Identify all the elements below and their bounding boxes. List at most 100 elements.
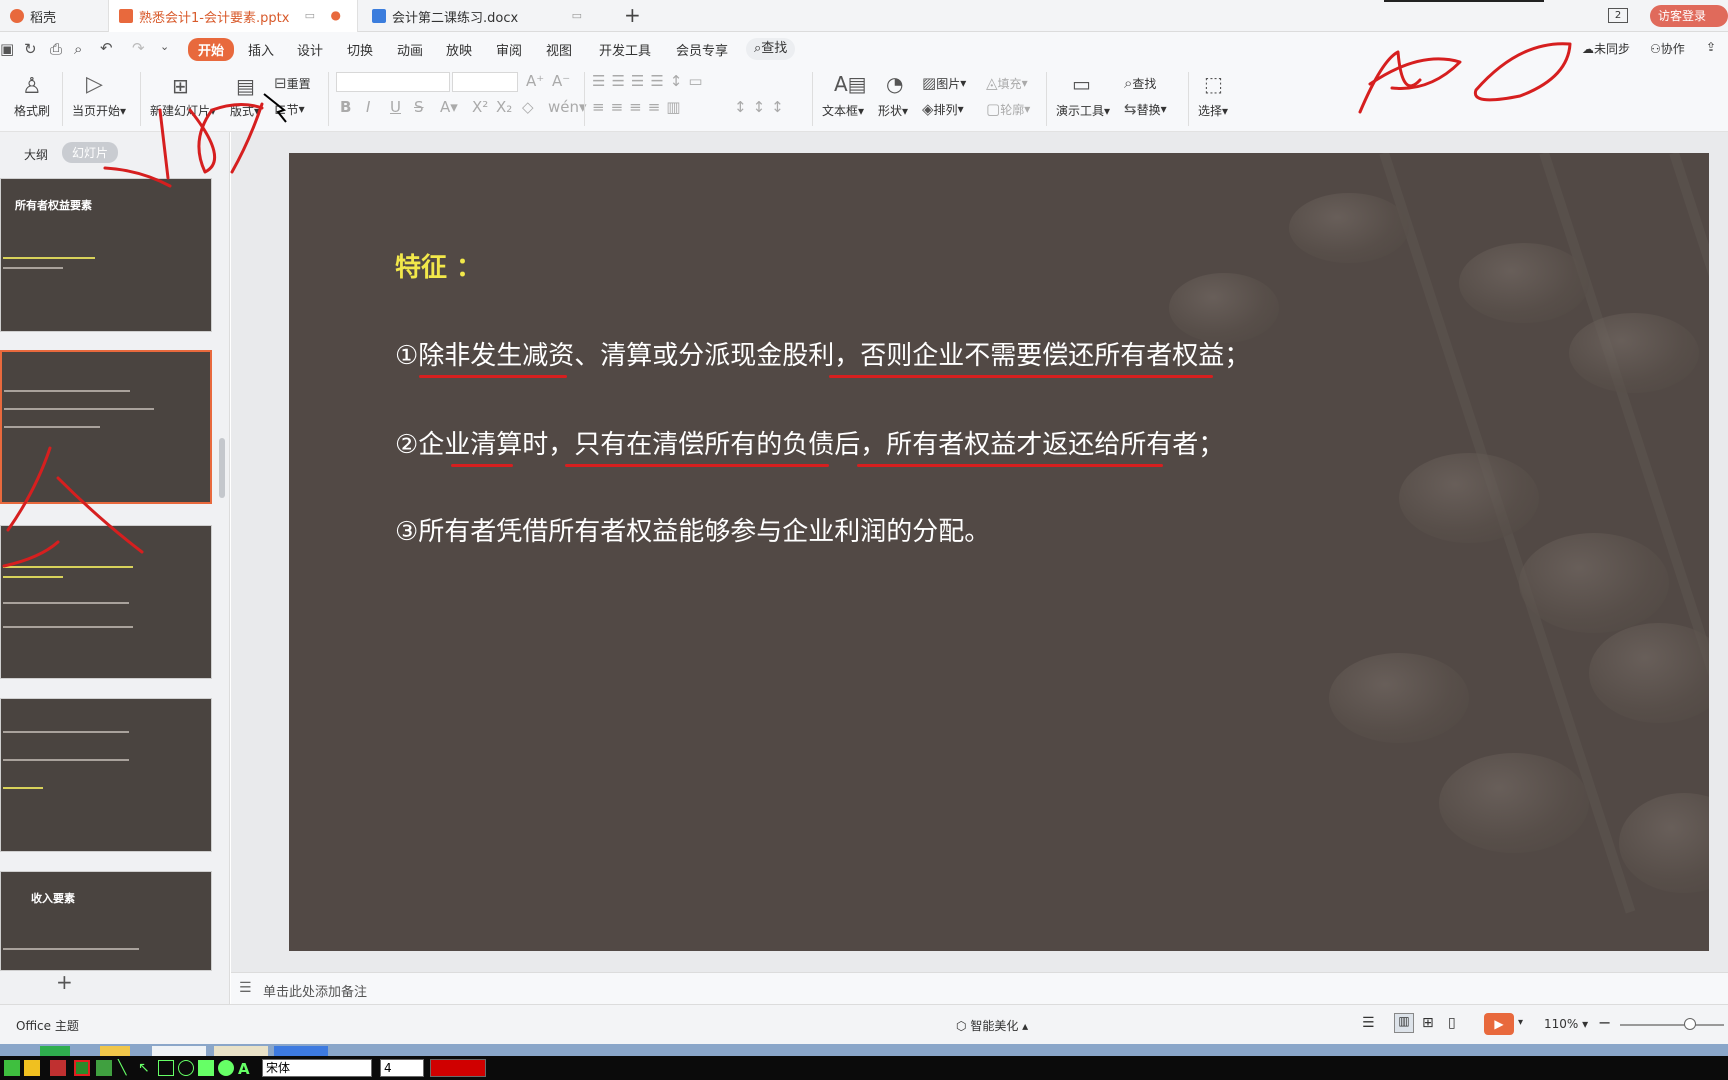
taskbar-app[interactable] — [274, 1046, 328, 1056]
italic-icon[interactable]: I — [366, 98, 370, 116]
slide-thumbnail[interactable] — [0, 698, 212, 852]
play-options-chevron-icon[interactable]: ▾ — [1518, 1017, 1523, 1028]
play-from-current-icon[interactable]: ▷ — [86, 72, 103, 97]
play-slideshow-button[interactable]: ▶ — [1484, 1013, 1514, 1035]
share-icon[interactable]: ⇪ — [1706, 40, 1716, 54]
fill-button[interactable]: ◬ 填充 ▾ — [986, 74, 1028, 92]
pen-icon[interactable] — [74, 1060, 90, 1076]
menu-view[interactable]: 视图 — [546, 40, 572, 59]
redo-icon[interactable]: ↷ — [132, 39, 145, 57]
slide-sorter-icon[interactable]: ⊞ — [1422, 1015, 1434, 1031]
menu-animation[interactable]: 动画 — [397, 40, 423, 59]
preview-icon[interactable]: ⌕ — [74, 40, 82, 58]
find-button[interactable]: ⌕ 查找 — [1124, 74, 1156, 92]
strikethrough-icon[interactable]: S — [414, 98, 424, 116]
replace-button[interactable]: ⇆ 替换 ▾ — [1124, 100, 1167, 118]
zoom-out-icon[interactable]: − — [1598, 1013, 1611, 1032]
shape-icon[interactable]: ◔ — [886, 72, 903, 96]
beautify-button[interactable]: ⬡ 智能美化 ▴ — [956, 1017, 1028, 1034]
pin-icon[interactable]: ▭ — [305, 9, 315, 22]
slide-point-1[interactable]: ①除非发生减资、清算或分派现金股利，否则企业不需要偿还所有者权益； — [395, 335, 1250, 372]
menu-design[interactable]: 设计 — [297, 40, 323, 59]
slides-tab[interactable]: 幻灯片 — [62, 142, 119, 163]
notes-placeholder[interactable]: 单击此处添加备注 — [263, 981, 367, 1000]
zoom-slider-thumb[interactable] — [1684, 1018, 1696, 1030]
format-painter-button[interactable]: 格式刷 — [14, 102, 50, 119]
add-slide-plus-icon[interactable]: + — [56, 970, 73, 994]
tab-daoke[interactable]: 稻壳 — [0, 0, 108, 32]
slide-thumbnail[interactable]: 所有者权益要素 — [0, 178, 212, 332]
font-color-icon[interactable]: A▾ — [440, 98, 458, 116]
current-slide[interactable]: 特征 ： ①除非发生减资、清算或分派现金股利，否则企业不需要偿还所有者权益； ②… — [289, 153, 1709, 951]
alignment-icons[interactable]: ≡≡≡≡▥ — [592, 98, 686, 116]
menu-search[interactable]: ⌕查找 — [746, 38, 796, 60]
normal-view-icon[interactable]: ▥ — [1394, 1013, 1414, 1033]
slide-point-3[interactable]: ③所有者凭借所有者权益能够参与企业利润的分配。 — [395, 511, 990, 548]
superscript-icon[interactable]: X² — [472, 98, 488, 116]
outline-tab[interactable]: 大纲 — [24, 146, 48, 163]
phonetic-icon[interactable]: wén▾ — [548, 98, 587, 116]
collab-button[interactable]: ⚇协作 — [1650, 40, 1685, 57]
thumbnail-scrollbar[interactable] — [219, 438, 225, 498]
draw-color-select[interactable] — [430, 1059, 486, 1077]
taskbar-app[interactable] — [152, 1046, 206, 1056]
picture-button[interactable]: ▨ 图片 ▾ — [922, 74, 966, 92]
slide-thumbnail[interactable]: 收入要素 — [0, 871, 212, 971]
open-icon[interactable]: ↻ — [24, 40, 37, 58]
menu-home[interactable]: 开始 — [188, 38, 235, 61]
slide-thumbnail-selected[interactable] — [0, 350, 212, 504]
layout-icon[interactable]: ▤ — [236, 74, 255, 98]
rectangle-icon[interactable] — [158, 1060, 174, 1076]
menu-insert[interactable]: 插入 — [248, 40, 274, 59]
bold-icon[interactable]: B — [340, 98, 351, 116]
filled-rectangle-icon[interactable] — [198, 1060, 214, 1076]
clear-format-icon[interactable]: ◇ — [522, 98, 534, 116]
arrange-button[interactable]: ◈ 排列 ▾ — [922, 100, 964, 118]
line-icon[interactable]: ╲ — [118, 1060, 134, 1076]
menu-member[interactable]: 会员专享 — [676, 40, 728, 59]
reset-button[interactable]: ⊟ 重置 — [274, 74, 311, 92]
reading-view-icon[interactable]: ▯ — [1448, 1015, 1456, 1031]
play-from-current-button[interactable]: 当页开始 ▾ — [72, 102, 126, 119]
font-grow-icon[interactable]: A⁺ — [526, 72, 544, 90]
eraser-icon[interactable] — [50, 1060, 66, 1076]
shape-button[interactable]: 形状 ▾ — [878, 102, 908, 119]
taskbar-app[interactable] — [40, 1046, 70, 1056]
print-icon[interactable]: ⎙ — [50, 40, 62, 58]
underline-icon[interactable]: U — [390, 98, 401, 116]
tab-pptx[interactable]: 熟悉会计1-会计要素.pptx ▭ ● — [108, 0, 358, 32]
filled-ellipse-icon[interactable] — [218, 1060, 234, 1076]
taskbar-app[interactable] — [214, 1046, 268, 1056]
text-box-icon[interactable]: A▤ — [834, 72, 867, 96]
menu-transition[interactable]: 切换 — [347, 40, 373, 59]
section-button[interactable]: ⊏ 节 ▾ — [274, 100, 305, 118]
quick-access-chevron-icon[interactable]: ⌄ — [160, 40, 169, 53]
slide-title[interactable]: 特征 ： — [395, 247, 482, 284]
spacing-icons[interactable]: ↕↕↕ — [734, 98, 790, 116]
tab-docx[interactable]: 会计第二课练习.docx ▭ — [362, 0, 610, 32]
text-tool-icon[interactable]: A — [238, 1060, 254, 1078]
draw-font-select[interactable]: 宋体 — [262, 1059, 372, 1077]
select-icon[interactable]: ⬚ — [1204, 72, 1223, 96]
new-slide-icon[interactable]: ⊞ — [172, 74, 189, 98]
font-name-combo[interactable] — [336, 72, 450, 92]
list-format-icons[interactable]: ☰☰☰☰↕▭ — [592, 72, 709, 90]
slide-thumbnail[interactable] — [0, 525, 212, 679]
notes-toggle-icon[interactable]: ☰ — [1362, 1015, 1375, 1031]
save-icon[interactable]: ▣ — [0, 40, 14, 58]
draw-size-select[interactable]: 4 — [380, 1059, 424, 1077]
new-slide-button[interactable]: 新建幻灯片 ▾ — [150, 102, 216, 119]
slide-point-2[interactable]: ②企业清算时，只有在清偿所有的负债后，所有者权益才返还给所有者； — [395, 424, 1224, 461]
highlighter-icon[interactable] — [96, 1060, 112, 1076]
undo-icon[interactable]: ↶ — [100, 39, 113, 57]
notes-bar[interactable]: ☰ 单击此处添加备注 — [231, 972, 1728, 1004]
outline-button[interactable]: ▢ 轮廓 ▾ — [986, 100, 1030, 118]
font-shrink-icon[interactable]: A⁻ — [552, 72, 570, 90]
menu-review[interactable]: 审阅 — [496, 40, 522, 59]
new-tab-plus-icon[interactable]: + — [624, 3, 641, 27]
font-size-combo[interactable] — [452, 72, 518, 92]
present-tool-button[interactable]: 演示工具 ▾ — [1056, 102, 1110, 119]
menu-slideshow[interactable]: 放映 — [446, 40, 472, 59]
theme-name[interactable]: Office 主题 — [16, 1017, 79, 1034]
zoom-slider-track[interactable] — [1620, 1024, 1724, 1026]
